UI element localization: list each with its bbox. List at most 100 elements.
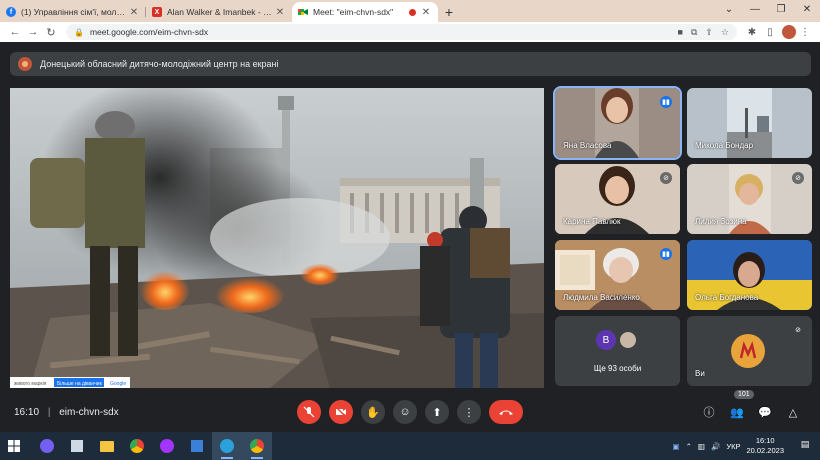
people-button[interactable]: 101 👥 (728, 390, 754, 421)
address-bar: ← → ↻ 🔒 meet.google.com/eim-chvn-sdx ■ ⧉… (0, 22, 820, 42)
tab-facebook[interactable]: f (1) Управління сім'ї, молоді та с ✕ (0, 2, 146, 22)
bookmark-star-icon[interactable]: ☆ (721, 27, 729, 38)
meet-tray-icon[interactable]: ▣ (672, 442, 679, 451)
mic-off-icon: ⊘ (792, 324, 804, 336)
photos-icon (191, 440, 203, 452)
raise-hand-button[interactable]: ✋ (361, 400, 385, 424)
taskbar-photos[interactable] (182, 432, 212, 460)
more-icon: ⋮ (463, 406, 475, 419)
more-options-button[interactable]: ⋮ (457, 400, 481, 424)
volume-icon[interactable]: 🔊 (711, 442, 720, 451)
activities-button[interactable]: △ (784, 403, 802, 421)
participant-tile[interactable]: ⊘ Лилия Зозина (687, 164, 812, 234)
meeting-time: 16:10 (14, 406, 40, 418)
windows-taskbar: ▣ ⌃ ▥ 🔊 УКР 16:10 20.02.2023 ▤ (0, 432, 820, 460)
translate-icon[interactable]: ⧉ (691, 27, 697, 38)
clock-date: 20.02.2023 (746, 446, 784, 455)
maximize-icon[interactable]: ❐ (768, 0, 794, 20)
leave-call-button[interactable] (489, 400, 523, 424)
extensions-icon[interactable]: ✱ (743, 27, 761, 38)
notifications-icon[interactable]: ▤ (798, 439, 812, 453)
close-icon[interactable]: ✕ (420, 7, 432, 18)
participant-name: Яна Власова (563, 141, 612, 150)
participant-tile[interactable]: ⊘ Карина Павлюк (555, 164, 680, 234)
present-button[interactable]: ⬆ (425, 400, 449, 424)
back-icon[interactable]: ← (6, 26, 24, 38)
participant-tile[interactable]: Ольга Богданова (687, 240, 812, 310)
taskbar-app[interactable] (62, 432, 92, 460)
shared-screen[interactable]: живого маркія Більше на діванчик Google (10, 88, 544, 388)
language-indicator[interactable]: УКР (726, 442, 740, 451)
menu-icon[interactable]: ⋮ (796, 27, 814, 38)
close-icon[interactable]: ✕ (128, 7, 140, 18)
clock[interactable]: 16:10 20.02.2023 (746, 436, 784, 456)
others-count-label: Ще 93 особи (593, 364, 642, 373)
minimize-icon[interactable]: — (742, 0, 768, 20)
mic-off-icon: ⊘ (660, 172, 672, 184)
reload-icon[interactable]: ↻ (42, 26, 60, 39)
taskbar-chrome-active[interactable] (242, 432, 272, 460)
mic-toggle-button[interactable] (297, 400, 321, 424)
omnibox[interactable]: 🔒 meet.google.com/eim-chvn-sdx ■ ⧉ ⇪ ☆ (66, 24, 737, 40)
info-icon: ⓘ (703, 407, 715, 419)
google-meet-icon (298, 7, 308, 17)
tab-title: (1) Управління сім'ї, молоді та с (21, 7, 128, 17)
facebook-icon: f (6, 7, 16, 17)
self-tile[interactable]: ⊘ Ви (687, 316, 812, 386)
start-button[interactable] (0, 432, 28, 460)
forward-icon[interactable]: → (24, 26, 42, 38)
taskbar-chrome[interactable] (122, 432, 152, 460)
presentation-banner-text: Донецький обласний дитячо-молодіжний цен… (40, 59, 279, 69)
side-controls: ⓘ 101 👥 💬 △ (700, 390, 802, 421)
speaking-indicator-icon: ▮▮ (660, 96, 672, 108)
camera-indicator-icon[interactable]: ■ (678, 27, 683, 37)
emoji-button[interactable]: ☺ (393, 400, 417, 424)
window-controls: ⌄ — ❐ ✕ (716, 0, 820, 20)
meet-window: Донецький обласний дитячо-молодіжний цен… (0, 42, 820, 432)
side-panel-icon[interactable]: ▯ (761, 27, 779, 38)
emoji-icon: ☺ (399, 406, 411, 418)
participant-name: Людмила Василенко (563, 293, 640, 302)
profile-avatar[interactable] (782, 25, 796, 39)
people-icon: 👥 (730, 406, 744, 419)
people-count-badge: 101 (734, 390, 754, 399)
participant-tile[interactable]: ▮▮ Яна Власова (553, 86, 682, 160)
network-icon[interactable]: ▥ (698, 442, 705, 451)
chat-icon: 💬 (758, 406, 772, 419)
close-window-icon[interactable]: ✕ (794, 0, 820, 20)
messenger-icon (160, 439, 174, 453)
participant-tile[interactable]: ▮▮ Людмила Василенко (555, 240, 680, 310)
self-logo-icon (739, 341, 757, 359)
share-icon[interactable]: ⇪ (705, 27, 713, 38)
meeting-details-button[interactable]: ⓘ (700, 403, 718, 421)
presenter-avatar (18, 57, 32, 71)
folder-icon (100, 440, 114, 452)
close-icon[interactable]: ✕ (274, 7, 286, 18)
chat-button[interactable]: 💬 (756, 403, 774, 421)
others-tile[interactable]: В Ще 93 особи (555, 316, 680, 386)
taskbar-explorer[interactable] (92, 432, 122, 460)
tab-alan-walker[interactable]: X Alan Walker & Imanbek - Sweet ✕ (146, 2, 292, 22)
lock-icon[interactable]: 🔒 (74, 28, 84, 37)
mic-off-icon (303, 406, 315, 418)
taskbar-viber[interactable] (32, 432, 62, 460)
shared-screen-image: живого маркія Більше на діванчик Google (10, 88, 544, 388)
viber-icon (40, 439, 54, 453)
chevron-up-icon[interactable]: ⌃ (686, 442, 692, 451)
participant-tile[interactable]: Микола Бондар (687, 88, 812, 158)
participant-name: Микола Бондар (695, 141, 754, 150)
tab-search-icon[interactable]: ⌄ (716, 0, 742, 20)
meet-controls-bar: 16:10 | eim-chvn-sdx ✋ ☺ ⬆ ⋮ ⓘ 101 👥 💬 △ (0, 390, 820, 432)
taskbar-messenger[interactable] (152, 432, 182, 460)
participant-name: Карина Павлюк (563, 217, 621, 226)
taskbar-telegram[interactable] (212, 432, 242, 460)
meeting-info: 16:10 | eim-chvn-sdx (14, 407, 119, 418)
others-photo-avatar (618, 330, 638, 350)
new-tab-button[interactable]: + (438, 2, 460, 22)
camera-toggle-button[interactable] (329, 400, 353, 424)
clock-time: 16:10 (755, 436, 775, 445)
url-text[interactable]: meet.google.com/eim-chvn-sdx (90, 27, 670, 37)
participant-name: Лилия Зозина (695, 217, 747, 226)
tab-meet[interactable]: Meet: "eim-chvn-sdx" ✕ (292, 2, 438, 22)
separator: | (47, 406, 51, 418)
